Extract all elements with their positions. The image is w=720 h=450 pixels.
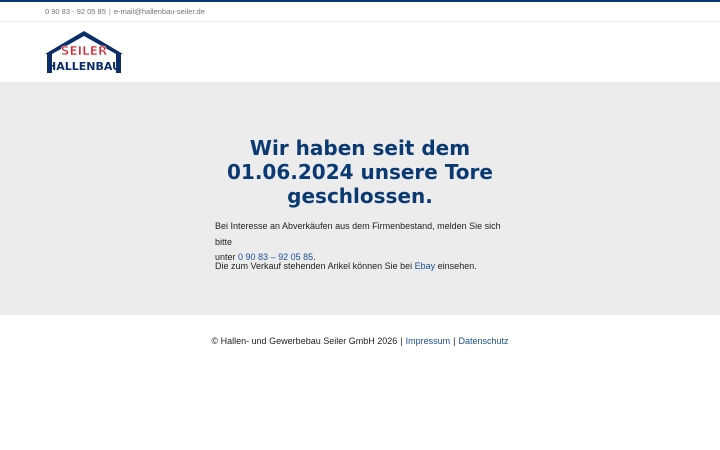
copyright-text: © Hallen- und Gewerbebau Seiler GmbH 202… xyxy=(211,336,398,346)
title-line-2: 01.06.2024 unsere Tore xyxy=(227,160,493,184)
datenschutz-link[interactable]: Datenschutz xyxy=(458,336,508,346)
footer-separator-2: | xyxy=(453,336,456,346)
ebay-text-prefix: Die zum Verkauf stehenden Arikel können … xyxy=(215,261,413,271)
page-title: Wir haben seit dem 01.06.2024 unsere Tor… xyxy=(210,136,510,208)
logo-text-seiler: SEILER xyxy=(61,44,107,58)
site-footer: © Hallen- und Gewerbebau Seiler GmbH 202… xyxy=(0,336,720,346)
contact-bar: 0 90 83 - 92 05 85 | e-mail@hallenbau-seil… xyxy=(0,2,720,22)
ebay-link[interactable]: Ebay xyxy=(415,261,436,271)
title-line-3: geschlossen. xyxy=(287,184,433,208)
contact-email[interactable]: e-mail@hallenbau-seiler.de xyxy=(114,7,205,16)
site-header: SEILER HALLENBAU xyxy=(0,22,720,82)
contact-separator: | xyxy=(108,7,111,16)
contact-info: 0 90 83 - 92 05 85 | e-mail@hallenbau-seil… xyxy=(45,7,205,16)
ebay-text-suffix: einsehen. xyxy=(437,261,477,271)
sales-contact-text: Bei Interesse an Abverkäufen aus dem Fir… xyxy=(215,221,501,247)
title-line-1: Wir haben seit dem xyxy=(249,136,471,160)
closing-notice-section: Wir haben seit dem 01.06.2024 unsere Tor… xyxy=(0,82,720,315)
contact-phone[interactable]: 0 90 83 - 92 05 85 xyxy=(45,7,106,16)
logo-text-hallenbau: HALLENBAU xyxy=(47,60,121,73)
footer-separator-1: | xyxy=(400,336,403,346)
impressum-link[interactable]: Impressum xyxy=(406,336,451,346)
seiler-hallenbau-logo[interactable]: SEILER HALLENBAU xyxy=(44,30,124,74)
ebay-paragraph: Die zum Verkauf stehenden Arikel können … xyxy=(215,259,515,275)
